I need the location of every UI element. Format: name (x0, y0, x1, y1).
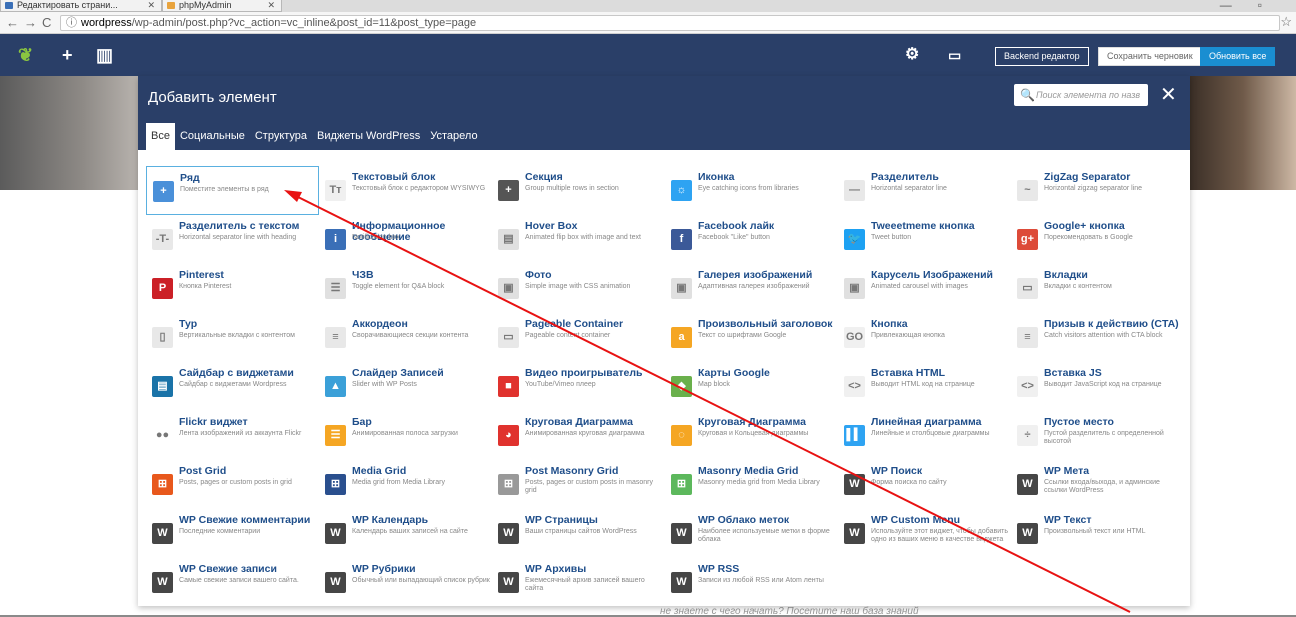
arrow-line (287, 191, 1131, 613)
arrow-head (284, 190, 302, 202)
annotation-arrow (284, 190, 1131, 613)
